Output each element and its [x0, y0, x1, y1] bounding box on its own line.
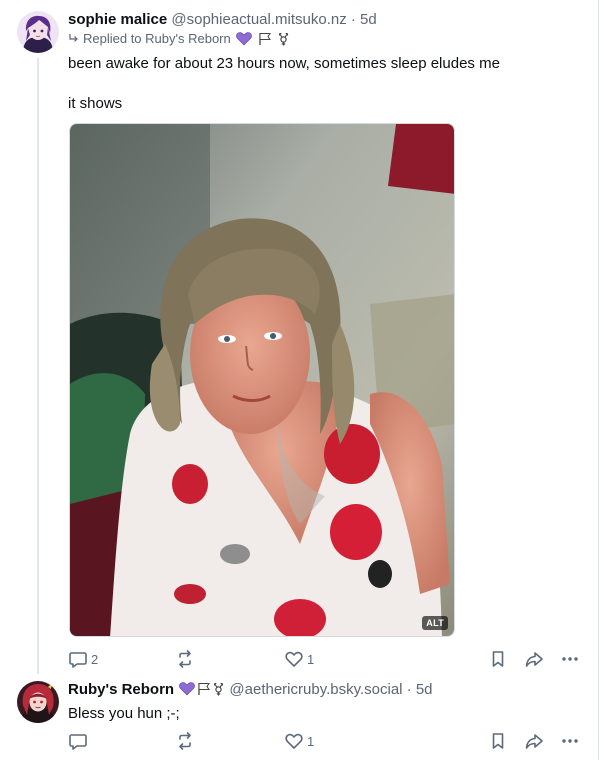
- share-button[interactable]: [524, 649, 544, 669]
- reply-context-label: Replied to Ruby's Reborn: [83, 31, 231, 46]
- repost-arrows-icon: [179, 650, 191, 668]
- flag-icon: [198, 683, 211, 695]
- post-text: been awake for about 23 hours now, somet…: [68, 55, 500, 72]
- share-button[interactable]: [524, 731, 544, 751]
- author-name[interactable]: sophie malice: [68, 11, 167, 28]
- reply-button[interactable]: 2: [68, 649, 98, 669]
- repost-button[interactable]: [175, 649, 198, 669]
- repost-arrows-icon: [179, 732, 191, 750]
- reply-arrow-icon: [69, 34, 78, 42]
- like-button[interactable]: 1: [284, 649, 314, 669]
- post-actions: 1: [68, 731, 588, 751]
- post-text: Bless you hun ;-;: [68, 705, 180, 722]
- thread-connector-line: [37, 58, 39, 674]
- speech-bubble-icon: [69, 734, 87, 750]
- share-arrow-icon: [525, 652, 543, 667]
- transgender-symbol-icon: [214, 682, 224, 696]
- like-count: 1: [307, 733, 315, 749]
- reply-context[interactable]: Replied to Ruby's Reborn: [68, 31, 290, 46]
- bookmark-button[interactable]: [488, 731, 508, 751]
- selfie-photo: [70, 124, 454, 636]
- post-header: sophie malice @sophieactual.mitsuko.nz ·…: [68, 11, 377, 29]
- transgender-symbol-icon: [278, 32, 288, 45]
- alt-text-badge[interactable]: ALT: [422, 616, 448, 630]
- more-options-button[interactable]: [560, 649, 580, 669]
- repost-button[interactable]: [175, 731, 198, 751]
- author-name[interactable]: Ruby's Reborn: [68, 681, 174, 698]
- share-arrow-icon: [525, 734, 543, 749]
- reply-count: 2: [91, 651, 99, 667]
- more-dots-icon: [562, 657, 578, 661]
- panel-border: [598, 0, 599, 760]
- post-time[interactable]: 5d: [360, 11, 377, 28]
- separator: ·: [350, 11, 356, 28]
- bookmark-icon: [492, 651, 504, 667]
- post-time[interactable]: 5d: [416, 681, 433, 698]
- like-count: 1: [307, 651, 315, 667]
- post-header: Ruby's Reborn @aethericruby.bsky.social …: [68, 681, 433, 699]
- author-handle[interactable]: @sophieactual.mitsuko.nz: [171, 11, 346, 28]
- author-handle[interactable]: @aethericruby.bsky.social: [229, 681, 402, 698]
- more-dots-icon: [562, 739, 578, 743]
- purple-heart-icon: [235, 31, 252, 45]
- bookmark-button[interactable]: [488, 649, 508, 669]
- avatar-sophie[interactable]: [17, 11, 59, 53]
- like-button[interactable]: 1: [284, 731, 314, 751]
- avatar-ruby[interactable]: [17, 681, 59, 723]
- more-options-button[interactable]: [560, 731, 580, 751]
- purple-heart-icon: [179, 682, 196, 696]
- heart-icon: [285, 651, 303, 667]
- flag-icon: [259, 32, 271, 45]
- post-actions: 2 1: [68, 649, 588, 669]
- post-image[interactable]: ALT: [69, 123, 455, 637]
- bookmark-icon: [492, 733, 504, 749]
- separator: ·: [406, 681, 412, 698]
- reply-button[interactable]: [68, 731, 91, 751]
- post-text-second-line: it shows: [68, 95, 123, 112]
- heart-icon: [285, 733, 303, 749]
- speech-bubble-icon: [69, 652, 87, 668]
